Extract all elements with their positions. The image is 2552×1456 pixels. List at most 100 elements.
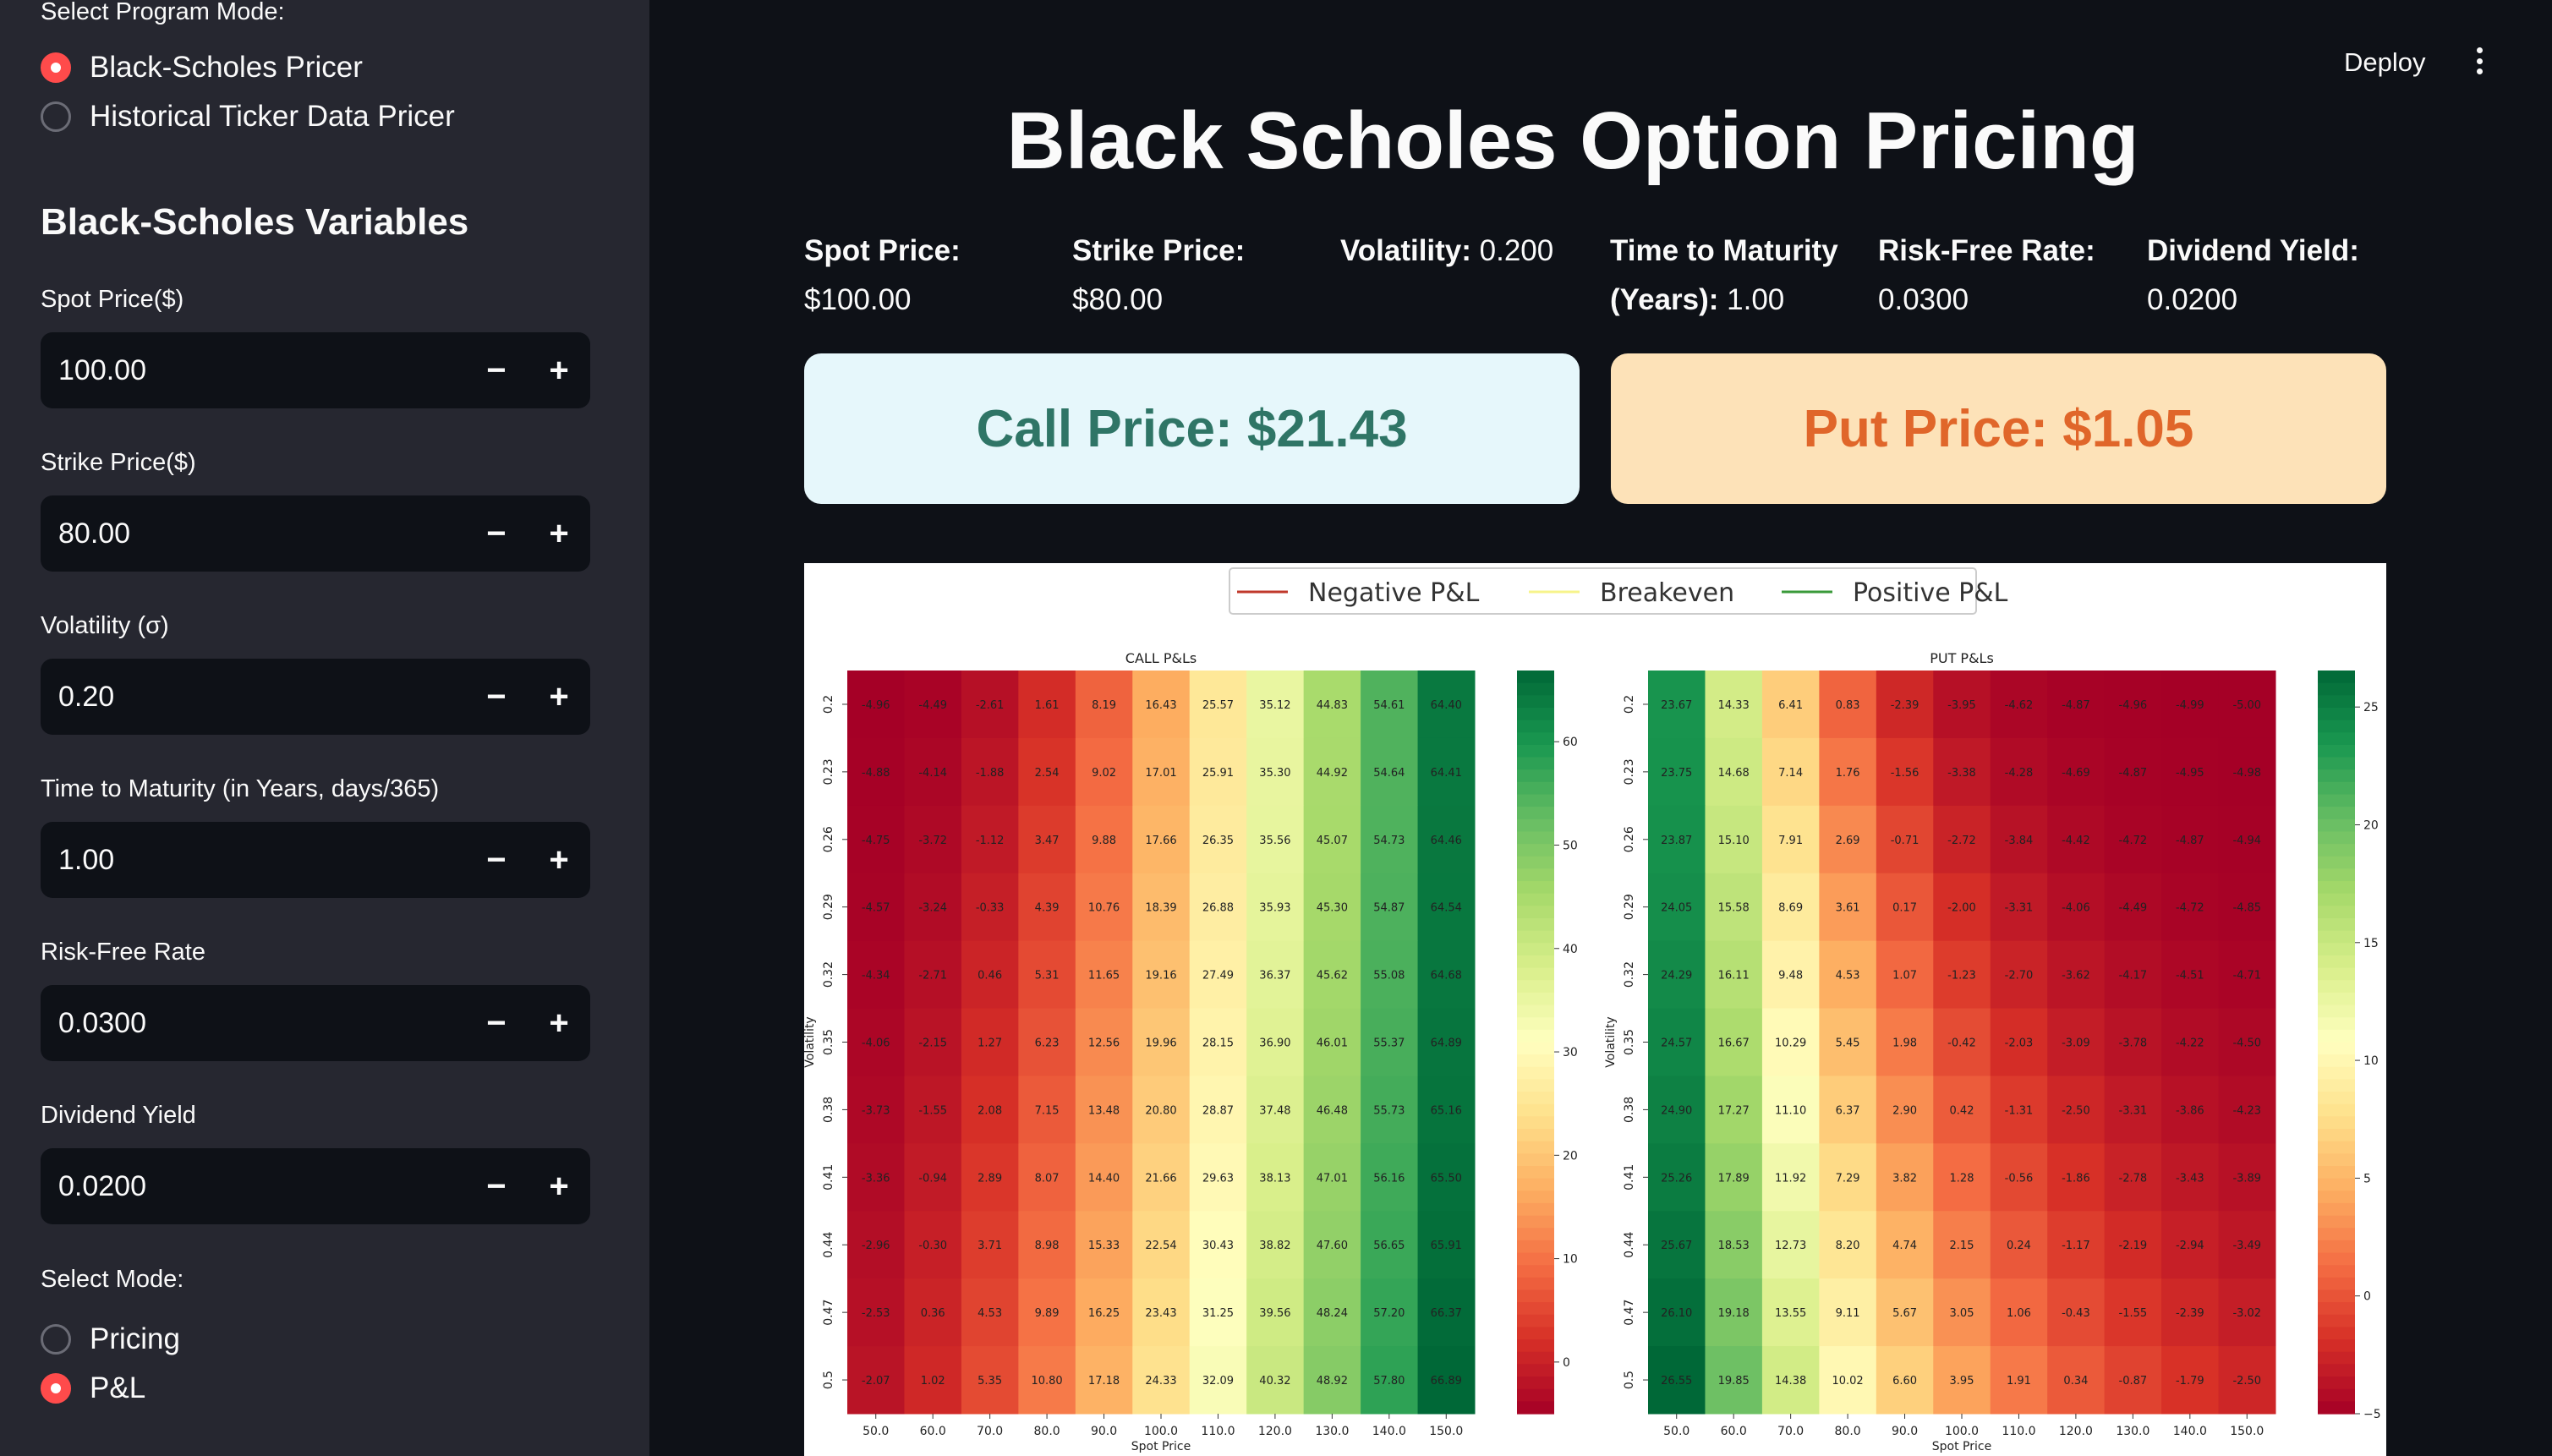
cell-value: 1.91 [2007, 1375, 2031, 1388]
volatility-value[interactable]: 0.20 [41, 681, 465, 714]
time-to-maturity-value[interactable]: 1.00 [41, 844, 465, 877]
colorbar-segment [2318, 1153, 2355, 1167]
radio-black-scholes-pricer[interactable]: Black-Scholes Pricer [41, 51, 363, 85]
cell-value: 17.89 [1718, 1172, 1750, 1185]
radio-unselected-icon[interactable] [41, 1324, 71, 1355]
cell-value: 57.20 [1373, 1307, 1405, 1320]
colorbar-segment [2318, 1079, 2355, 1092]
cell-value: -4.69 [2062, 767, 2090, 780]
cell-value: 29.63 [1202, 1172, 1234, 1185]
colorbar-segment [1517, 732, 1554, 746]
cell-value: -4.87 [2062, 699, 2090, 712]
y-tick-label: 0.41 [822, 1164, 835, 1191]
y-axis-label: Volatility [1604, 1016, 1618, 1067]
cell-value: 25.26 [1661, 1172, 1692, 1185]
cell-value: 15.10 [1718, 835, 1750, 847]
spot-price-input[interactable]: 100.00 − + [41, 332, 590, 408]
colorbar-segment [1517, 1265, 1554, 1278]
radio-historical-ticker[interactable]: Historical Ticker Data Pricer [41, 100, 455, 134]
spot-price-value[interactable]: 100.00 [41, 354, 465, 387]
radio-selected-icon[interactable] [41, 1373, 71, 1404]
increment-button[interactable]: + [528, 332, 590, 408]
colorbar-segment [2318, 1364, 2355, 1377]
decrement-button[interactable]: − [465, 985, 528, 1061]
volatility-input[interactable]: 0.20 − + [41, 659, 590, 735]
radio-unselected-icon[interactable] [41, 101, 71, 132]
cell-value: 35.30 [1259, 767, 1290, 780]
cell-value: 1.06 [2007, 1307, 2031, 1320]
colorbar-segment [1517, 980, 1554, 993]
colorbar-segment [1517, 918, 1554, 932]
colorbar-segment [2318, 1314, 2355, 1328]
colorbar-segment [2318, 967, 2355, 981]
colorbar-segment [1517, 1252, 1554, 1266]
cell-value: 6.37 [1836, 1104, 1860, 1117]
colorbar-segment [2318, 781, 2355, 796]
x-tick-label: 70.0 [977, 1425, 1003, 1438]
cell-value: 45.07 [1317, 835, 1348, 847]
metric-label: Risk-Free Rate: [1878, 234, 2095, 267]
colorbar-segment [2318, 1351, 2355, 1365]
increment-button[interactable]: + [528, 985, 590, 1061]
kebab-menu-icon[interactable] [2469, 44, 2489, 78]
decrement-button[interactable]: − [465, 495, 528, 572]
decrement-button[interactable]: − [465, 659, 528, 735]
cell-value: 17.18 [1088, 1375, 1120, 1388]
colorbar-segment [1517, 1042, 1554, 1055]
y-tick-label: 0.32 [1623, 961, 1636, 988]
increment-button[interactable]: + [528, 659, 590, 735]
cell-value: 8.07 [1035, 1172, 1060, 1185]
colorbar-segment [2318, 1166, 2355, 1180]
x-tick-label: 120.0 [2059, 1425, 2093, 1438]
cell-value: 40.32 [1259, 1375, 1290, 1388]
cell-value: -2.15 [918, 1037, 947, 1050]
risk-free-rate-input[interactable]: 0.0300 − + [41, 985, 590, 1061]
cell-value: -4.96 [2119, 699, 2148, 712]
x-tick-label: 140.0 [2173, 1425, 2207, 1438]
decrement-button[interactable]: − [465, 822, 528, 898]
x-tick-label: 130.0 [2116, 1425, 2149, 1438]
cell-value: 11.65 [1088, 970, 1120, 983]
cell-value: 2.90 [1892, 1104, 1917, 1117]
increment-button[interactable]: + [528, 822, 590, 898]
colorbar-segment [1517, 868, 1554, 882]
cell-value: 7.91 [1778, 835, 1803, 847]
time-to-maturity-input[interactable]: 1.00 − + [41, 822, 590, 898]
strike-price-label: Strike Price($) [41, 449, 196, 476]
variables-heading: Black-Scholes Variables [41, 201, 469, 243]
cell-value: 26.10 [1661, 1307, 1692, 1320]
colorbar-segment [1517, 1277, 1554, 1291]
colorbar-segment [1517, 856, 1554, 869]
decrement-button[interactable]: − [465, 332, 528, 408]
colorbar-segment [1517, 1202, 1554, 1217]
strike-price-value[interactable]: 80.00 [41, 517, 465, 550]
deploy-button[interactable]: Deploy [2344, 47, 2426, 78]
cell-value: 48.24 [1317, 1307, 1348, 1320]
radio-pricing[interactable]: Pricing [41, 1322, 180, 1356]
decrement-button[interactable]: − [465, 1148, 528, 1224]
cell-value: -0.30 [918, 1240, 947, 1252]
increment-button[interactable]: + [528, 495, 590, 572]
dividend-yield-input[interactable]: 0.0200 − + [41, 1148, 590, 1224]
radio-pnl[interactable]: P&L [41, 1371, 145, 1405]
cell-value: -3.31 [2119, 1104, 2148, 1117]
cell-value: 23.87 [1661, 835, 1692, 847]
radio-selected-icon[interactable] [41, 52, 71, 83]
colorbar-segment [2318, 818, 2355, 833]
cell-value: -1.17 [2062, 1240, 2090, 1252]
strike-price-input[interactable]: 80.00 − + [41, 495, 590, 572]
colorbar-segment [2318, 1289, 2355, 1303]
increment-button[interactable]: + [528, 1148, 590, 1224]
cell-value: 19.85 [1718, 1375, 1750, 1388]
risk-free-rate-value[interactable]: 0.0300 [41, 1007, 465, 1040]
cell-value: -4.98 [2232, 767, 2261, 780]
cell-value: -2.96 [862, 1240, 890, 1252]
cell-value: 54.61 [1373, 699, 1405, 712]
colorbar-segment [2318, 1265, 2355, 1278]
colorbar-segment [2318, 757, 2355, 770]
cell-value: 36.90 [1259, 1037, 1290, 1050]
cell-value: -1.55 [2119, 1307, 2148, 1320]
cell-value: 57.80 [1373, 1375, 1405, 1388]
metric-strike-price: Strike Price: $80.00 [1072, 227, 1343, 325]
dividend-yield-value[interactable]: 0.0200 [41, 1170, 465, 1203]
